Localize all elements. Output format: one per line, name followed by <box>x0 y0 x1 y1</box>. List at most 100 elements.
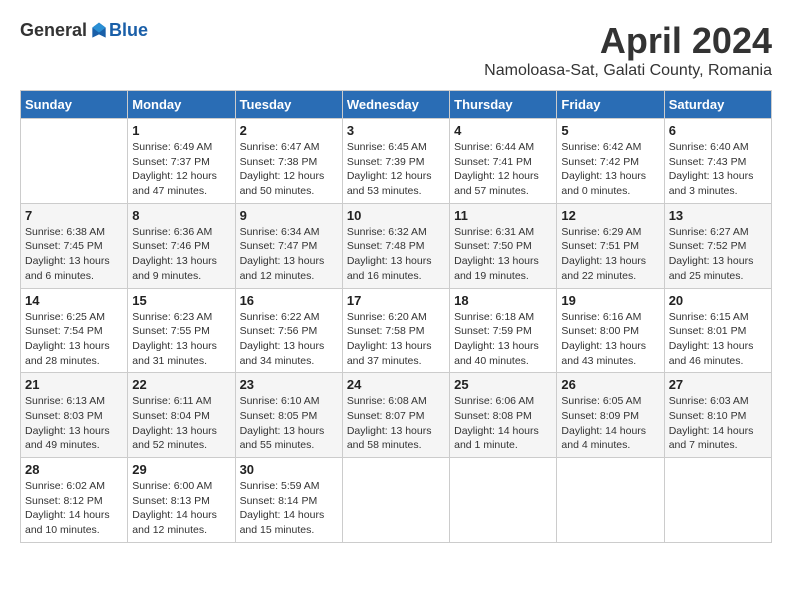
calendar-cell: 6 Sunrise: 6:40 AM Sunset: 7:43 PM Daylig… <box>664 119 771 204</box>
day-info: Sunrise: 6:31 AM Sunset: 7:50 PM Dayligh… <box>454 225 552 284</box>
calendar-header-monday: Monday <box>128 91 235 119</box>
day-number: 6 <box>669 123 767 138</box>
calendar-body: 1 Sunrise: 6:49 AM Sunset: 7:37 PM Daylig… <box>21 119 772 543</box>
calendar-cell: 15 Sunrise: 6:23 AM Sunset: 7:55 PM Dayli… <box>128 288 235 373</box>
day-number: 26 <box>561 377 659 392</box>
day-number: 15 <box>132 293 230 308</box>
day-number: 16 <box>240 293 338 308</box>
calendar-cell: 3Sunrise: 6:45 AM Sunset: 7:39 PM Daylig… <box>342 119 449 204</box>
calendar-cell: 11 Sunrise: 6:31 AM Sunset: 7:50 PM Dayli… <box>450 203 557 288</box>
day-number: 13 <box>669 208 767 223</box>
day-info: Sunrise: 6:36 AM Sunset: 7:46 PM Dayligh… <box>132 225 230 284</box>
day-info: Sunrise: 6:03 AM Sunset: 8:10 PM Dayligh… <box>669 394 767 453</box>
calendar-cell: 13Sunrise: 6:27 AM Sunset: 7:52 PM Dayli… <box>664 203 771 288</box>
calendar-cell: 23Sunrise: 6:10 AM Sunset: 8:05 PM Dayli… <box>235 373 342 458</box>
month-title: April 2024 <box>484 20 772 62</box>
calendar-cell <box>21 119 128 204</box>
calendar-cell: 1 Sunrise: 6:49 AM Sunset: 7:37 PM Daylig… <box>128 119 235 204</box>
calendar-cell <box>342 458 449 543</box>
day-number: 29 <box>132 462 230 477</box>
day-number: 24 <box>347 377 445 392</box>
calendar-cell: 2Sunrise: 6:47 AM Sunset: 7:38 PM Daylig… <box>235 119 342 204</box>
calendar-cell: 16 Sunrise: 6:22 AM Sunset: 7:56 PM Dayli… <box>235 288 342 373</box>
day-number: 20 <box>669 293 767 308</box>
day-info: Sunrise: 6:15 AM Sunset: 8:01 PM Dayligh… <box>669 310 767 369</box>
day-info: Sunrise: 6:29 AM Sunset: 7:51 PM Dayligh… <box>561 225 659 284</box>
calendar-week-5: 28 Sunrise: 6:02 AM Sunset: 8:12 PM Dayli… <box>21 458 772 543</box>
calendar-header-sunday: Sunday <box>21 91 128 119</box>
day-number: 12 <box>561 208 659 223</box>
calendar-cell: 26Sunrise: 6:05 AM Sunset: 8:09 PM Dayli… <box>557 373 664 458</box>
calendar-cell: 28 Sunrise: 6:02 AM Sunset: 8:12 PM Dayli… <box>21 458 128 543</box>
day-number: 19 <box>561 293 659 308</box>
day-info: Sunrise: 6:22 AM Sunset: 7:56 PM Dayligh… <box>240 310 338 369</box>
calendar-cell: 21Sunrise: 6:13 AM Sunset: 8:03 PM Dayli… <box>21 373 128 458</box>
day-number: 9 <box>240 208 338 223</box>
day-info: Sunrise: 6:00 AM Sunset: 8:13 PM Dayligh… <box>132 479 230 538</box>
calendar-cell: 7 Sunrise: 6:38 AM Sunset: 7:45 PM Daylig… <box>21 203 128 288</box>
calendar-cell: 27 Sunrise: 6:03 AM Sunset: 8:10 PM Dayli… <box>664 373 771 458</box>
day-info: Sunrise: 6:16 AM Sunset: 8:00 PM Dayligh… <box>561 310 659 369</box>
day-number: 14 <box>25 293 123 308</box>
day-info: Sunrise: 6:25 AM Sunset: 7:54 PM Dayligh… <box>25 310 123 369</box>
day-number: 7 <box>25 208 123 223</box>
logo-general-text: General <box>20 20 87 41</box>
day-info: Sunrise: 6:20 AM Sunset: 7:58 PM Dayligh… <box>347 310 445 369</box>
day-info: Sunrise: 6:34 AM Sunset: 7:47 PM Dayligh… <box>240 225 338 284</box>
calendar-week-2: 7 Sunrise: 6:38 AM Sunset: 7:45 PM Daylig… <box>21 203 772 288</box>
calendar-header-row: SundayMondayTuesdayWednesdayThursdayFrid… <box>21 91 772 119</box>
calendar-cell: 8 Sunrise: 6:36 AM Sunset: 7:46 PM Daylig… <box>128 203 235 288</box>
day-info: Sunrise: 6:38 AM Sunset: 7:45 PM Dayligh… <box>25 225 123 284</box>
logo: General Blue <box>20 20 148 41</box>
location-subtitle: Namoloasa-Sat, Galati County, Romania <box>484 62 772 80</box>
day-info: Sunrise: 6:23 AM Sunset: 7:55 PM Dayligh… <box>132 310 230 369</box>
day-info: Sunrise: 6:10 AM Sunset: 8:05 PM Dayligh… <box>240 394 338 453</box>
day-info: Sunrise: 6:06 AM Sunset: 8:08 PM Dayligh… <box>454 394 552 453</box>
day-number: 25 <box>454 377 552 392</box>
calendar-cell <box>557 458 664 543</box>
day-info: Sunrise: 6:11 AM Sunset: 8:04 PM Dayligh… <box>132 394 230 453</box>
day-number: 30 <box>240 462 338 477</box>
day-info: Sunrise: 6:47 AM Sunset: 7:38 PM Dayligh… <box>240 140 338 199</box>
calendar-table: SundayMondayTuesdayWednesdayThursdayFrid… <box>20 90 772 543</box>
day-number: 11 <box>454 208 552 223</box>
day-number: 28 <box>25 462 123 477</box>
day-number: 8 <box>132 208 230 223</box>
calendar-week-4: 21Sunrise: 6:13 AM Sunset: 8:03 PM Dayli… <box>21 373 772 458</box>
calendar-cell: 18Sunrise: 6:18 AM Sunset: 7:59 PM Dayli… <box>450 288 557 373</box>
calendar-header-friday: Friday <box>557 91 664 119</box>
calendar-cell: 24 Sunrise: 6:08 AM Sunset: 8:07 PM Dayli… <box>342 373 449 458</box>
day-number: 3 <box>347 123 445 138</box>
day-number: 4 <box>454 123 552 138</box>
page-header: General Blue April 2024 Namoloasa-Sat, G… <box>20 20 772 80</box>
calendar-header-saturday: Saturday <box>664 91 771 119</box>
logo-icon <box>89 21 109 41</box>
logo-blue-text: Blue <box>109 20 148 41</box>
calendar-cell: 9 Sunrise: 6:34 AM Sunset: 7:47 PM Daylig… <box>235 203 342 288</box>
calendar-cell: 29 Sunrise: 6:00 AM Sunset: 8:13 PM Dayli… <box>128 458 235 543</box>
day-number: 1 <box>132 123 230 138</box>
day-info: Sunrise: 6:02 AM Sunset: 8:12 PM Dayligh… <box>25 479 123 538</box>
calendar-header-wednesday: Wednesday <box>342 91 449 119</box>
calendar-cell: 25 Sunrise: 6:06 AM Sunset: 8:08 PM Dayli… <box>450 373 557 458</box>
day-info: Sunrise: 6:32 AM Sunset: 7:48 PM Dayligh… <box>347 225 445 284</box>
day-info: Sunrise: 6:44 AM Sunset: 7:41 PM Dayligh… <box>454 140 552 199</box>
calendar-cell: 19 Sunrise: 6:16 AM Sunset: 8:00 PM Dayli… <box>557 288 664 373</box>
day-number: 5 <box>561 123 659 138</box>
calendar-cell: 30Sunrise: 5:59 AM Sunset: 8:14 PM Dayli… <box>235 458 342 543</box>
day-info: Sunrise: 6:42 AM Sunset: 7:42 PM Dayligh… <box>561 140 659 199</box>
day-info: Sunrise: 6:40 AM Sunset: 7:43 PM Dayligh… <box>669 140 767 199</box>
calendar-header-thursday: Thursday <box>450 91 557 119</box>
day-number: 18 <box>454 293 552 308</box>
calendar-cell: 17Sunrise: 6:20 AM Sunset: 7:58 PM Dayli… <box>342 288 449 373</box>
day-number: 22 <box>132 377 230 392</box>
calendar-cell: 22 Sunrise: 6:11 AM Sunset: 8:04 PM Dayli… <box>128 373 235 458</box>
day-info: Sunrise: 6:49 AM Sunset: 7:37 PM Dayligh… <box>132 140 230 199</box>
calendar-cell: 20 Sunrise: 6:15 AM Sunset: 8:01 PM Dayli… <box>664 288 771 373</box>
calendar-cell: 10Sunrise: 6:32 AM Sunset: 7:48 PM Dayli… <box>342 203 449 288</box>
day-number: 27 <box>669 377 767 392</box>
day-info: Sunrise: 6:08 AM Sunset: 8:07 PM Dayligh… <box>347 394 445 453</box>
calendar-cell <box>664 458 771 543</box>
calendar-cell: 14 Sunrise: 6:25 AM Sunset: 7:54 PM Dayli… <box>21 288 128 373</box>
calendar-week-3: 14 Sunrise: 6:25 AM Sunset: 7:54 PM Dayli… <box>21 288 772 373</box>
